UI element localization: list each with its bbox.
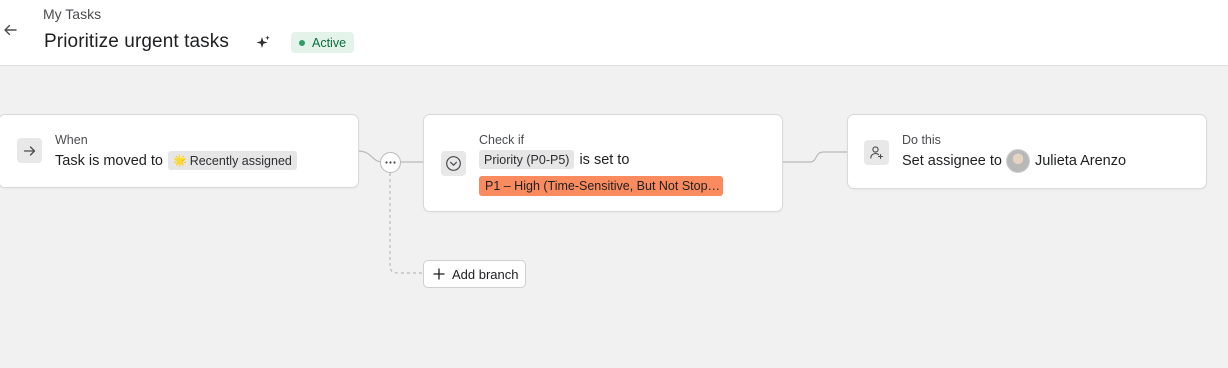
add-branch-button[interactable]: Add branch <box>423 260 526 288</box>
status-dot-icon <box>299 39 305 46</box>
priority-value-chip[interactable]: P1 – High (Time-Sensitive, But Not Stop… <box>479 176 723 196</box>
avatar <box>1005 149 1030 173</box>
sparkle-icon[interactable] <box>254 34 272 52</box>
field-chip[interactable]: Priority (P0-P5) <box>479 150 575 169</box>
action-card[interactable]: Do this Set assignee to Julieta Arenzo <box>847 114 1207 189</box>
condition-connector: is set to <box>579 151 630 168</box>
add-user-icon <box>864 140 889 165</box>
condition-body: Priority (P0-P5) is set to <box>479 150 629 169</box>
trigger-card[interactable]: When Task is moved to 🌟 Recently assigne… <box>0 114 359 188</box>
plus-icon <box>433 268 445 280</box>
page-title[interactable]: Prioritize urgent tasks <box>44 31 229 53</box>
status-badge: Active <box>291 32 355 53</box>
assignee-name[interactable]: Julieta Arenzo <box>1035 153 1126 169</box>
section-chip[interactable]: 🌟 Recently assigned <box>168 151 297 170</box>
add-branch-label: Add branch <box>452 266 519 282</box>
back-arrow-icon[interactable] <box>0 20 20 40</box>
trigger-label: When <box>55 133 88 147</box>
more-options-button[interactable] <box>380 152 401 173</box>
arrow-right-icon <box>17 138 42 163</box>
section-name: Recently assigned <box>189 153 292 168</box>
trigger-body: Task is moved to 🌟 Recently assigned <box>55 151 297 170</box>
rule-header: My Tasks Prioritize urgent tasks Active <box>0 0 1228 66</box>
action-label: Do this <box>902 133 941 147</box>
trigger-prefix: Task is moved to <box>55 152 163 169</box>
breadcrumb[interactable]: My Tasks <box>43 6 101 22</box>
action-body: Set assignee to Julieta Arenzo <box>902 149 1126 173</box>
condition-card[interactable]: Check if Priority (P0-P5) is set to P1 –… <box>423 114 783 212</box>
status-label: Active <box>312 35 347 50</box>
star-emoji-icon: 🌟 <box>173 155 187 167</box>
condition-label: Check if <box>479 133 525 147</box>
action-prefix: Set assignee to <box>902 153 1002 169</box>
chevron-down-circle-icon <box>441 151 466 176</box>
